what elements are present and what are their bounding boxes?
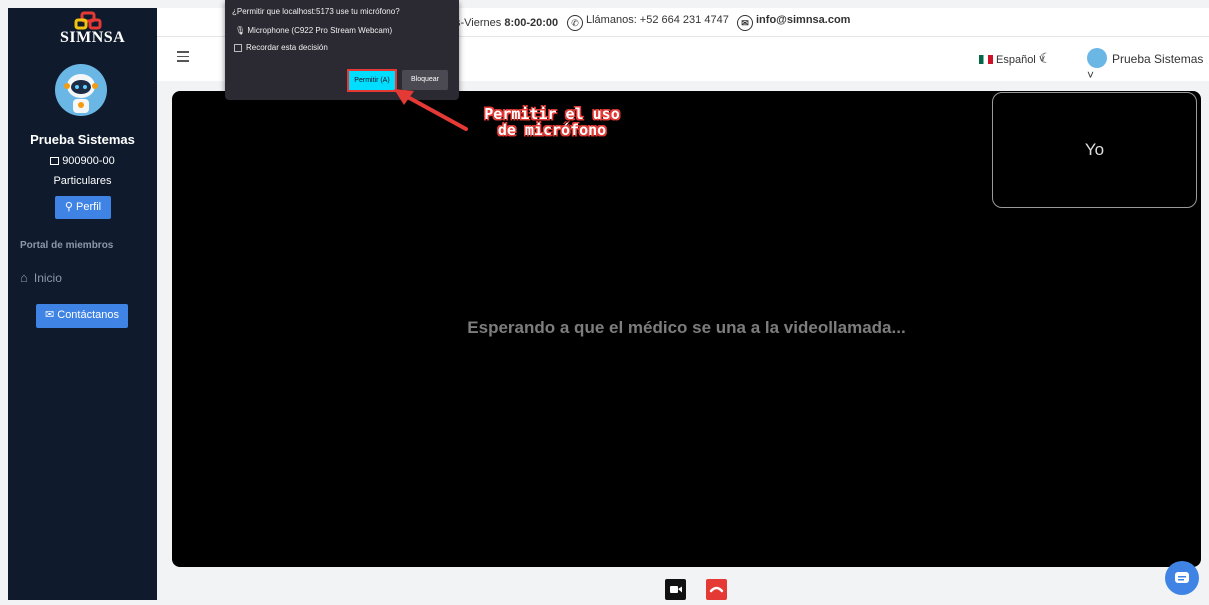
email-icon: ✉: [737, 15, 753, 31]
member-id: 900900-00: [8, 155, 157, 167]
profile-button[interactable]: ⚲ Perfil: [55, 196, 111, 219]
sidebar-item-home[interactable]: ⌂ Inicio: [20, 270, 62, 285]
dark-mode-toggle-icon[interactable]: ☾: [1039, 50, 1052, 67]
chat-icon: [1175, 572, 1189, 583]
phone-icon: ✆: [567, 15, 583, 31]
simnsa-logo[interactable]: SIMNSA: [60, 11, 126, 47]
menu-toggle-icon[interactable]: [177, 51, 189, 65]
phone-link[interactable]: ✆ Llámanos: +52 664 231 4747: [567, 14, 729, 31]
id-card-icon: [50, 157, 60, 165]
sidebar: SIMNSA Prueba Sistemas 900900-00 Particu…: [8, 8, 157, 600]
business-hours: s-Viernes 8:00-20:00: [455, 17, 558, 29]
end-call-button[interactable]: [706, 579, 727, 600]
remember-decision[interactable]: Recordar esta decisión: [234, 43, 328, 52]
avatar[interactable]: [55, 64, 107, 116]
contact-button[interactable]: ✉ Contáctanos: [36, 304, 128, 328]
user-menu-label: Prueba Sistemas: [1112, 52, 1204, 66]
permission-question: ¿Permitir que localhost:5173 use tu micr…: [232, 7, 400, 16]
mail-icon: ✉: [44, 309, 55, 321]
remember-checkbox[interactable]: [234, 44, 242, 52]
self-view-tile: Yo: [992, 92, 1197, 208]
sidebar-item-label: Inicio: [33, 271, 62, 285]
logo-emblem-icon: [74, 11, 102, 30]
hang-up-icon: [709, 586, 724, 593]
avatar-small: [1087, 48, 1107, 68]
annotation-arrow-icon: [394, 89, 468, 131]
contact-button-label: Contáctanos: [57, 309, 120, 321]
logo-text: SIMNSA: [60, 29, 126, 46]
device-name: Microphone (C922 Pro Stream Webcam): [247, 26, 393, 35]
home-icon: ⌂: [20, 270, 28, 285]
microphone-icon: 🎙: [235, 26, 246, 35]
chevron-down-icon: ˅: [1087, 68, 1095, 82]
section-title: Portal de miembros: [20, 240, 114, 251]
remember-label: Recordar esta decisión: [246, 43, 328, 52]
language-label: Español: [996, 54, 1036, 66]
member-id-value: 900900-00: [62, 155, 115, 167]
annotation-line-2: de micrófono: [497, 121, 607, 139]
video-camera-icon: [670, 586, 682, 593]
device-row: 🎙 Microphone (C922 Pro Stream Webcam): [235, 26, 392, 35]
user-icon: ⚲: [64, 201, 73, 213]
language-selector[interactable]: Español ˅: [979, 54, 1045, 66]
user-name: Prueba Sistemas: [30, 132, 135, 147]
annotation-line-1: Permitir el uso: [484, 105, 620, 123]
hours-days: s-Viernes: [455, 17, 502, 29]
profile-button-label: Perfil: [76, 201, 102, 213]
hours-time: 8:00-20:00: [504, 17, 559, 29]
robot-avatar-icon: [64, 74, 98, 113]
mexico-flag-icon: [979, 55, 993, 64]
phone-text: Llámanos: +52 664 231 4747: [586, 14, 729, 26]
user-menu[interactable]: Prueba Sistemas ˅: [1087, 48, 1209, 82]
camera-toggle-button[interactable]: [665, 579, 686, 600]
chat-widget-button[interactable]: [1165, 561, 1199, 595]
member-plan: Particulares: [53, 175, 112, 187]
email-text: info@simnsa.com: [756, 14, 851, 26]
email-link[interactable]: ✉ info@simnsa.com: [737, 14, 850, 31]
annotation-text: Permitir el uso de micrófono: [462, 106, 642, 138]
waiting-message: Esperando a que el médico se una a la vi…: [467, 318, 906, 337]
